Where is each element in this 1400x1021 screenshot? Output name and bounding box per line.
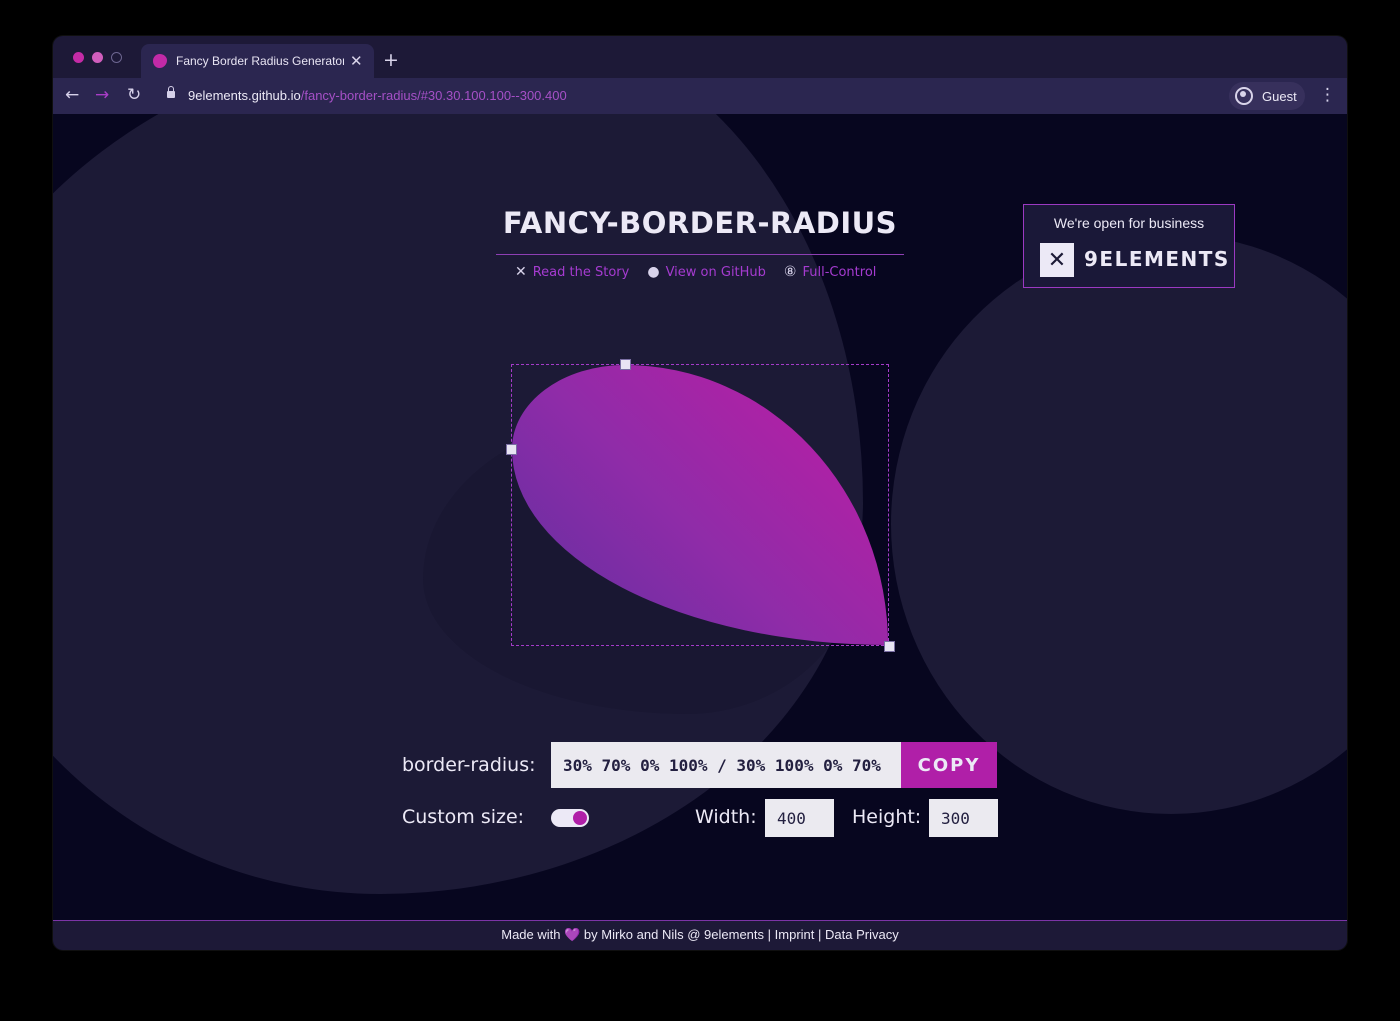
width-field[interactable] <box>765 799 834 837</box>
tab-bar: Fancy Border Radius Generator ✕ + <box>53 36 1347 78</box>
address-bar[interactable]: 9elements.github.io/fancy-border-radius/… <box>188 88 567 103</box>
link-label: Full-Control <box>802 264 877 280</box>
link-label: View on GitHub <box>665 264 766 280</box>
height-label: Height: <box>852 806 922 828</box>
handle-left[interactable] <box>506 444 517 455</box>
8-icon: ⑧ <box>783 264 797 280</box>
width-label: Width: <box>695 806 757 828</box>
lock-icon[interactable] <box>167 86 175 98</box>
custom-size-toggle[interactable] <box>551 809 589 827</box>
heart-icon: 💜 <box>564 927 581 942</box>
github-icon: ● <box>647 264 660 280</box>
handle-bottom-right[interactable] <box>884 641 895 652</box>
new-tab-button[interactable]: + <box>383 49 399 71</box>
title-divider <box>496 254 904 255</box>
footer: Made with 💜 by Mirko and Nils @ 9element… <box>53 920 1347 950</box>
footer-made-with: Made with <box>501 927 561 942</box>
link-read-the-story[interactable]: ✕ Read the Story <box>515 264 629 280</box>
link-view-on-github[interactable]: ● View on GitHub <box>647 264 766 280</box>
page-content: FANCY-BORDER-RADIUS ✕ Read the Story ● V… <box>53 114 1347 950</box>
business-badge-text: We're open for business <box>1053 215 1205 231</box>
browser-window: Fancy Border Radius Generator ✕ + ← → ↻ … <box>53 36 1347 950</box>
forward-arrow-icon[interactable]: → <box>95 85 109 105</box>
height-field[interactable] <box>929 799 998 837</box>
profile-label: Guest <box>1262 88 1297 104</box>
browser-tab[interactable]: Fancy Border Radius Generator ✕ <box>141 44 374 78</box>
minimize-window-button[interactable] <box>92 52 103 63</box>
url-host: 9elements.github.io <box>188 88 301 103</box>
fancy-shape-preview <box>512 365 888 645</box>
border-radius-label: border-radius: <box>402 754 536 776</box>
toggle-knob <box>573 811 587 825</box>
handle-top[interactable] <box>620 359 631 370</box>
back-arrow-icon[interactable]: ← <box>65 85 79 105</box>
9elements-logo-icon: ✕ <box>1040 243 1074 277</box>
border-radius-field[interactable] <box>551 742 901 788</box>
shape-stage <box>506 359 895 652</box>
favicon-icon <box>153 54 167 68</box>
business-badge[interactable]: We're open for business ✕ 9ELEMENTS <box>1023 204 1235 288</box>
9elements-icon: ✕ <box>515 264 527 280</box>
footer-privacy-link[interactable]: Data Privacy <box>825 927 899 942</box>
header-links: ✕ Read the Story ● View on GitHub ⑧ Full… <box>515 264 876 280</box>
business-brand: 9ELEMENTS <box>1084 247 1230 271</box>
browser-menu-icon[interactable]: ⋮ <box>1319 85 1336 105</box>
custom-size-label: Custom size: <box>402 806 525 828</box>
footer-imprint-link[interactable]: Imprint <box>775 927 815 942</box>
background-blob-right <box>891 234 1347 814</box>
close-window-button[interactable] <box>73 52 84 63</box>
link-full-control[interactable]: ⑧ Full-Control <box>784 264 876 280</box>
tab-close-icon[interactable]: ✕ <box>350 52 363 70</box>
tab-title: Fancy Border Radius Generator <box>176 54 344 68</box>
footer-separator: | <box>818 927 822 942</box>
footer-separator: | <box>767 927 772 942</box>
maximize-window-button[interactable] <box>111 52 122 63</box>
link-label: Read the Story <box>532 264 630 280</box>
browser-toolbar: ← → ↻ 9elements.github.io/fancy-border-r… <box>53 78 1347 114</box>
reload-icon[interactable]: ↻ <box>127 85 141 105</box>
profile-avatar-icon <box>1235 87 1253 105</box>
page-title: FANCY-BORDER-RADIUS <box>502 206 898 240</box>
footer-authors[interactable]: by Mirko and Nils @ 9elements <box>584 927 764 942</box>
copy-button[interactable]: COPY <box>901 742 997 788</box>
url-path: /fancy-border-radius/#30.30.100.100--300… <box>300 88 567 103</box>
profile-button[interactable]: Guest <box>1229 82 1305 110</box>
